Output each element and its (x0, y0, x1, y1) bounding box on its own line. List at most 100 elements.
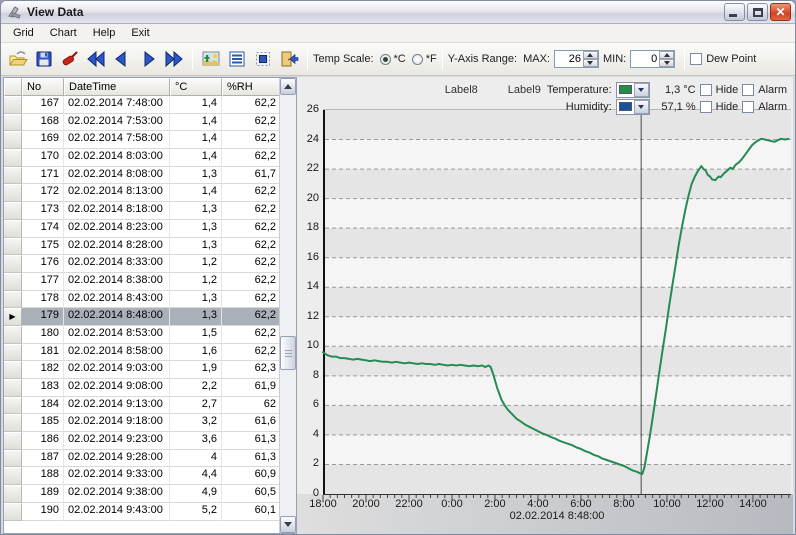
temp-alarm-checkbox[interactable] (742, 84, 754, 96)
grid-cell[interactable]: 02.02.2014 7:58:00 (64, 131, 170, 149)
nav-last-button[interactable] (162, 47, 186, 71)
grid-cell[interactable]: 61,6 (222, 414, 281, 432)
grid-cell[interactable]: 4,4 (170, 467, 222, 485)
grid-cell[interactable]: 5,2 (170, 503, 222, 521)
grid-cell[interactable]: 178 (22, 291, 64, 309)
grid-cell[interactable]: 175 (22, 238, 64, 256)
celsius-radio[interactable] (380, 54, 391, 65)
grid-cell[interactable]: 02.02.2014 9:13:00 (64, 397, 170, 415)
grid-cell[interactable]: 185 (22, 414, 64, 432)
table-row[interactable]: 16802.02.2014 7:53:001,462,2 (4, 114, 281, 132)
grid-cell[interactable]: 02.02.2014 8:08:00 (64, 167, 170, 185)
grid-cell[interactable]: 02.02.2014 8:38:00 (64, 273, 170, 291)
grid-cell[interactable]: 62,3 (222, 361, 281, 379)
grid-cell[interactable]: 1,4 (170, 131, 222, 149)
grid-scrollbar[interactable] (279, 78, 296, 533)
grid-cell[interactable]: 3,6 (170, 432, 222, 450)
grid-cell[interactable]: 02.02.2014 7:48:00 (64, 96, 170, 114)
grid-cell[interactable]: 62,2 (222, 149, 281, 167)
table-row[interactable]: 17502.02.2014 8:28:001,362,2 (4, 238, 281, 256)
grid-cell[interactable]: 1,3 (170, 291, 222, 309)
row-indicator[interactable] (4, 149, 22, 167)
grid-cell[interactable]: 186 (22, 432, 64, 450)
grid-cell[interactable]: 173 (22, 202, 64, 220)
close-button[interactable]: ✕ (770, 3, 791, 21)
table-row[interactable]: 17302.02.2014 8:18:001,362,2 (4, 202, 281, 220)
menu-item-help[interactable]: Help (85, 25, 124, 41)
menu-item-chart[interactable]: Chart (42, 25, 85, 41)
row-indicator[interactable] (4, 273, 22, 291)
grid-cell[interactable]: 02.02.2014 9:18:00 (64, 414, 170, 432)
grid-cell[interactable]: 61,7 (222, 167, 281, 185)
grid-cell[interactable]: 1,3 (170, 220, 222, 238)
grid-cell[interactable]: 172 (22, 184, 64, 202)
table-row[interactable]: 18402.02.2014 9:13:002,762 (4, 397, 281, 415)
grid-cell[interactable]: 1,3 (170, 202, 222, 220)
grid-cell[interactable]: 60,1 (222, 503, 281, 521)
grid-cell[interactable]: 02.02.2014 8:13:00 (64, 184, 170, 202)
clear-button[interactable] (58, 47, 82, 71)
grid-cell[interactable]: 171 (22, 167, 64, 185)
min-spin-down-button[interactable] (659, 59, 674, 67)
grid-cell[interactable]: 3,2 (170, 414, 222, 432)
grid-cell[interactable]: 02.02.2014 9:33:00 (64, 467, 170, 485)
row-indicator[interactable] (4, 220, 22, 238)
table-row[interactable]: 17702.02.2014 8:38:001,262,2 (4, 273, 281, 291)
grid-cell[interactable]: 184 (22, 397, 64, 415)
grid-cell[interactable]: 02.02.2014 9:03:00 (64, 361, 170, 379)
row-indicator[interactable] (4, 291, 22, 309)
grid-cell[interactable]: 62 (222, 397, 281, 415)
table-row[interactable]: 18202.02.2014 9:03:001,962,3 (4, 361, 281, 379)
chart-plot[interactable] (323, 109, 791, 494)
table-row[interactable]: 17202.02.2014 8:13:001,462,2 (4, 184, 281, 202)
grid-cell[interactable]: 174 (22, 220, 64, 238)
nav-first-button[interactable] (84, 47, 108, 71)
humidity-hide-checkbox[interactable] (700, 101, 712, 113)
grid-cell[interactable]: 62,2 (222, 273, 281, 291)
row-indicator[interactable] (4, 255, 22, 273)
grid-cell[interactable]: 1,3 (170, 238, 222, 256)
dew-point-checkbox[interactable] (690, 53, 702, 65)
grid-cell[interactable]: 183 (22, 379, 64, 397)
table-row[interactable]: 18602.02.2014 9:23:003,661,3 (4, 432, 281, 450)
row-indicator[interactable] (4, 131, 22, 149)
grid-cell[interactable]: 182 (22, 361, 64, 379)
row-indicator[interactable] (4, 414, 22, 432)
maximize-button[interactable] (747, 3, 768, 21)
grid-cell[interactable]: 62,2 (222, 96, 281, 114)
grid-cell[interactable]: 190 (22, 503, 64, 521)
table-row[interactable]: 18302.02.2014 9:08:002,261,9 (4, 379, 281, 397)
row-indicator[interactable] (4, 361, 22, 379)
grid-cell[interactable]: 2,2 (170, 379, 222, 397)
row-indicator[interactable] (4, 96, 22, 114)
grid-cell[interactable]: 61,9 (222, 379, 281, 397)
grid-cell[interactable]: 02.02.2014 8:58:00 (64, 344, 170, 362)
grid-cell[interactable]: 62,2 (222, 114, 281, 132)
grid-cell[interactable]: 02.02.2014 8:28:00 (64, 238, 170, 256)
row-indicator[interactable] (4, 432, 22, 450)
grid-view-button[interactable] (225, 47, 249, 71)
grid-cell[interactable]: 02.02.2014 9:23:00 (64, 432, 170, 450)
grid-cell[interactable]: 177 (22, 273, 64, 291)
max-input[interactable] (555, 51, 583, 67)
chart-image-button[interactable] (199, 47, 223, 71)
row-indicator[interactable] (4, 202, 22, 220)
table-row[interactable]: 17102.02.2014 8:08:001,361,7 (4, 167, 281, 185)
row-indicator[interactable] (4, 467, 22, 485)
row-indicator[interactable] (4, 326, 22, 344)
grid-cell[interactable]: 62,2 (222, 220, 281, 238)
temp-hide-checkbox[interactable] (700, 84, 712, 96)
grid-cell[interactable]: 1,4 (170, 149, 222, 167)
grid-header-rh[interactable]: %RH (222, 78, 281, 96)
grid-cell[interactable]: 176 (22, 255, 64, 273)
scroll-down-button[interactable] (280, 516, 296, 533)
grid-cell[interactable]: 02.02.2014 8:43:00 (64, 291, 170, 309)
grid-cell[interactable]: 1,3 (170, 308, 222, 326)
grid-cell[interactable]: 1,9 (170, 361, 222, 379)
grid-cell[interactable]: 4,9 (170, 485, 222, 503)
exit-button[interactable] (277, 47, 301, 71)
grid-cell[interactable]: 168 (22, 114, 64, 132)
grid-cell[interactable]: 02.02.2014 9:38:00 (64, 485, 170, 503)
grid-cell[interactable]: 1,4 (170, 114, 222, 132)
fahrenheit-radio[interactable] (412, 54, 423, 65)
